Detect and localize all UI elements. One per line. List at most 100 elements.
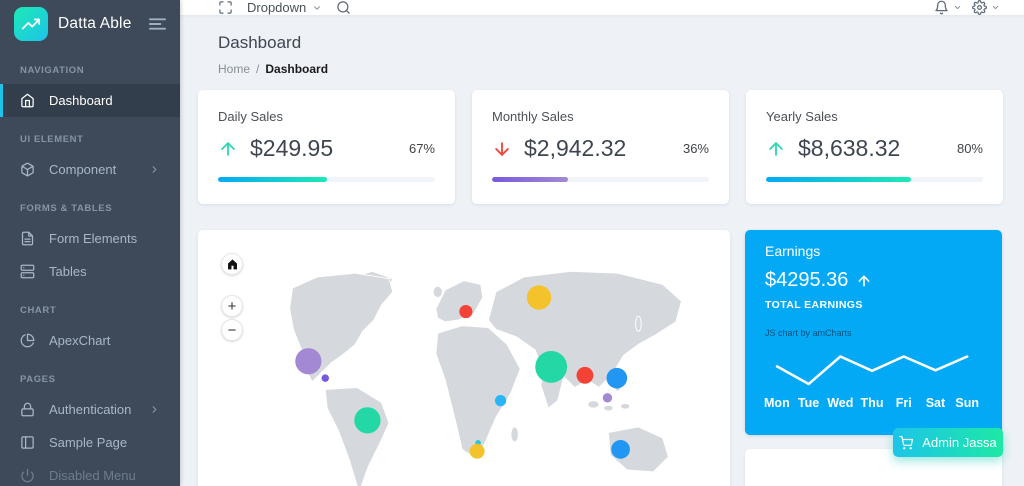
- stat-percent: 36%: [682, 141, 709, 156]
- world-map-card: + −: [198, 230, 730, 486]
- map-zoom-in-button[interactable]: +: [221, 295, 243, 317]
- settings-menu[interactable]: [972, 0, 1000, 15]
- sidebar: Datta Able Navigation Dashboard UI Eleme…: [0, 0, 180, 486]
- earnings-subtitle: TOTAL EARNINGS: [765, 299, 863, 311]
- progress-fill: [492, 177, 568, 182]
- daily-sales-card: Daily Sales $249.95 67%: [198, 90, 455, 204]
- stat-percent: 80%: [956, 141, 983, 156]
- nav-section-forms-tables: Forms & Tables: [20, 203, 113, 214]
- power-icon: [20, 468, 35, 483]
- sidebar-item-apexchart[interactable]: ApexChart: [0, 324, 180, 357]
- notifications-menu[interactable]: [934, 0, 962, 15]
- axis-label: Sat: [925, 396, 946, 410]
- sidebar-item-form-elements[interactable]: Form Elements: [0, 222, 180, 255]
- axis-label: Mon: [764, 396, 790, 410]
- progress-fill: [218, 177, 327, 182]
- bell-icon: [934, 0, 949, 15]
- map-bubble[interactable]: [459, 305, 473, 319]
- lock-icon: [20, 402, 35, 417]
- map-home-button[interactable]: [221, 253, 243, 275]
- sidebar-item-label: Disabled Menu: [49, 468, 136, 483]
- sidebar-item-label: Sample Page: [49, 435, 128, 450]
- map-bubble[interactable]: [606, 367, 628, 389]
- world-map[interactable]: [198, 230, 730, 486]
- map-zoom-out-button[interactable]: −: [221, 319, 243, 341]
- arrow-down-icon: [492, 139, 512, 159]
- map-bubble[interactable]: [321, 374, 330, 382]
- breadcrumb-current: Dashboard: [265, 62, 329, 76]
- map-bubble[interactable]: [535, 350, 568, 383]
- stats-row: Daily Sales $249.95 67% Monthly Sales $2…: [198, 90, 1006, 204]
- shopping-cart-icon: [899, 435, 914, 450]
- page-content: Dashboard Home / Dashboard Daily Sales $…: [180, 15, 1024, 486]
- breadcrumb: Home / Dashboard: [218, 62, 1004, 76]
- chevron-down-icon: [312, 3, 322, 13]
- map-bubble[interactable]: [611, 440, 630, 459]
- page-title: Dashboard: [218, 33, 302, 52]
- sidebar-item-disabled-menu: Disabled Menu: [0, 459, 180, 486]
- sidebar-item-tables[interactable]: Tables: [0, 255, 180, 288]
- sidebar-item-authentication[interactable]: Authentication: [0, 393, 180, 426]
- stat-amount: $249.95: [250, 135, 334, 161]
- weekday-axis: Mon Tue Wed Thu Fri Sat Sun: [761, 396, 983, 410]
- settings-icon: [972, 0, 987, 15]
- map-bubble[interactable]: [526, 285, 552, 310]
- chevron-down-icon: [991, 3, 1000, 12]
- box-icon: [20, 162, 35, 177]
- landmass-indonesia-3: [620, 402, 631, 410]
- arrow-up-icon: [856, 273, 872, 289]
- search-icon[interactable]: [336, 0, 351, 15]
- brand-name: Datta Able: [58, 15, 132, 32]
- landmass-madagascar: [510, 426, 519, 443]
- breadcrumb-separator: /: [256, 62, 260, 76]
- sidebar-item-label: Authentication: [49, 402, 132, 417]
- breadcrumb-home[interactable]: Home: [218, 62, 250, 76]
- stat-title: Monthly Sales: [492, 109, 574, 124]
- trending-up-icon: [14, 7, 48, 41]
- axis-label: Thu: [860, 396, 884, 410]
- map-bubble[interactable]: [295, 348, 322, 375]
- map-bubble[interactable]: [469, 443, 485, 459]
- landmass-africa: [435, 325, 521, 458]
- sidebar-item-label: Tables: [49, 264, 87, 279]
- landmass-south-america: [324, 387, 390, 486]
- admin-user-button[interactable]: Admin Jassa: [893, 428, 1003, 457]
- map-bubble[interactable]: [354, 407, 381, 434]
- nav-section-pages: Pages: [20, 374, 56, 385]
- chevron-right-icon: [149, 164, 160, 175]
- stat-amount: $8,638.32: [798, 135, 901, 161]
- nav-section-ui-element: UI Element: [20, 134, 84, 145]
- landmass-indonesia-1: [587, 400, 600, 409]
- maximize-icon[interactable]: [218, 0, 233, 15]
- axis-label: Sun: [955, 396, 979, 410]
- earnings-title: Earnings: [765, 243, 821, 259]
- monthly-sales-card: Monthly Sales $2,942.32 36%: [472, 90, 729, 204]
- axis-label: Fri: [895, 396, 912, 410]
- map-bubble[interactable]: [494, 395, 507, 407]
- progress-bar: [492, 177, 709, 182]
- header-dropdown-label: Dropdown: [247, 0, 307, 15]
- chevron-right-icon: [149, 404, 160, 415]
- map-bubble[interactable]: [602, 393, 613, 403]
- map-bubble[interactable]: [576, 366, 594, 384]
- nav-section-chart: Chart: [20, 305, 57, 316]
- landmass-europe: [435, 280, 484, 323]
- stat-percent: 67%: [408, 141, 435, 156]
- sidebar-item-sample-page[interactable]: Sample Page: [0, 426, 180, 459]
- landmass-uk: [432, 285, 443, 298]
- sidebar-item-component[interactable]: Component: [0, 153, 180, 186]
- top-header: Dropdown: [180, 0, 1024, 15]
- menu-toggle-icon[interactable]: [149, 17, 166, 31]
- progress-bar: [766, 177, 983, 182]
- arrow-up-icon: [218, 139, 238, 159]
- home-icon: [227, 259, 237, 269]
- stat-amount: $2,942.32: [524, 135, 627, 161]
- sidebar-nav: Navigation Dashboard UI Element Componen…: [0, 48, 180, 486]
- header-dropdown[interactable]: Dropdown: [247, 0, 322, 15]
- nav-section-navigation: Navigation: [20, 65, 85, 76]
- yearly-sales-card: Yearly Sales $8,638.32 80%: [746, 90, 1003, 204]
- sidebar-item-label: Dashboard: [49, 93, 113, 108]
- sidebar-item-dashboard[interactable]: Dashboard: [0, 84, 180, 117]
- pie-chart-icon: [20, 333, 35, 348]
- arrow-up-icon: [766, 139, 786, 159]
